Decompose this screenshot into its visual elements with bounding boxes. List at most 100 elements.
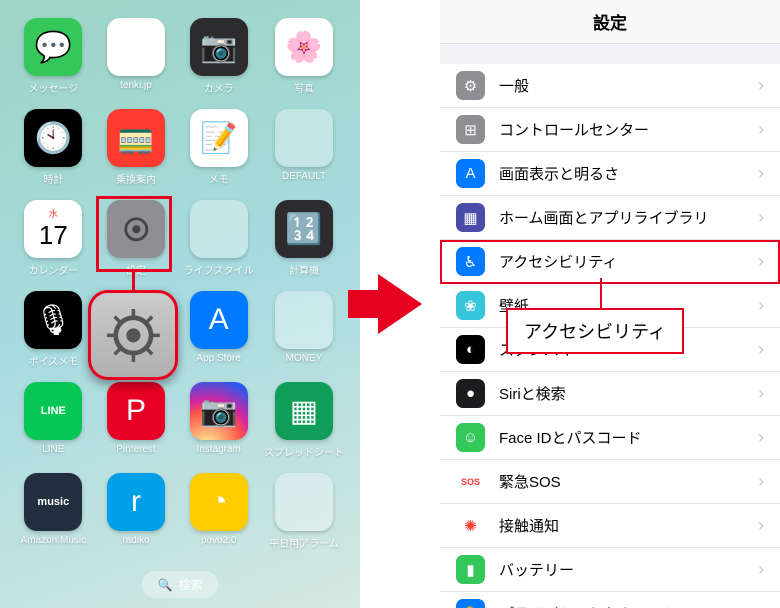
app-clock[interactable]: 🕙時計 — [16, 109, 91, 186]
settings-row-display[interactable]: A画面表示と明るさ› — [440, 152, 780, 196]
folder-life — [190, 200, 248, 258]
transit-icon: 🚃 — [107, 109, 165, 167]
chevron-right-icon: › — [758, 119, 764, 140]
settings-row-accessibility[interactable]: ♿︎アクセシビリティ› — [440, 240, 780, 284]
line-icon: LINE — [24, 382, 82, 440]
settings-screen: 設定 アクセシビリティ ⚙一般›⊞コントロールセンター›A画面表示と明るさ›▦ホ… — [440, 0, 780, 608]
settings-list: アクセシビリティ ⚙一般›⊞コントロールセンター›A画面表示と明るさ›▦ホーム画… — [440, 64, 780, 608]
chevron-right-icon: › — [758, 471, 764, 492]
app-folder-money[interactable]: MONEY — [264, 291, 344, 368]
app-folder-default[interactable]: DEFAULT — [264, 109, 344, 186]
chevron-right-icon: › — [758, 251, 764, 272]
app-amazonmusic[interactable]: music Amazon Music — [16, 473, 91, 550]
app-label: スプレッドシート — [264, 444, 344, 459]
clock-icon: 🕙 — [24, 109, 82, 167]
settings-row-privacy[interactable]: ✋プライバシーとセキュリティ› — [440, 592, 780, 608]
app-label: カメラ — [204, 80, 234, 95]
settings-row-siri[interactable]: ● Siriと検索› — [440, 372, 780, 416]
app-label: LINE — [42, 444, 64, 455]
app-label: カレンダー — [28, 262, 78, 277]
app-folder-life[interactable]: ライフスタイル — [181, 200, 256, 277]
settings-row-exposure[interactable]: ✺ 接触通知› — [440, 504, 780, 548]
app-pinterest[interactable]: PPinterest — [99, 382, 174, 459]
photos-icon: 🌸 — [275, 18, 333, 76]
wallpaper-icon: ❀ — [456, 291, 485, 320]
app-line[interactable]: LINE LINE — [16, 382, 91, 459]
faceid-icon: ☺ — [456, 423, 485, 452]
accessibility-icon: ♿︎ — [456, 247, 485, 276]
privacy-icon: ✋ — [456, 599, 485, 608]
app-label: Instagram — [196, 444, 240, 455]
app-label: DEFAULT — [282, 171, 326, 182]
app-voicememo[interactable]: 🎙 ボイスメモ — [16, 291, 91, 368]
calculator-icon: 🔢 — [275, 200, 333, 258]
app-label: ボイスメモ — [28, 353, 78, 368]
app-label: Amazon Music — [21, 535, 87, 546]
app-label: tenki.jp — [120, 80, 152, 91]
settings-row-homescreen[interactable]: ▦ホーム画面とアプリライブラリ› — [440, 196, 780, 240]
app-label: 設定 — [126, 262, 146, 277]
message-icon: 💬 — [24, 18, 82, 76]
app-photos[interactable]: 🌸 写真 — [264, 18, 344, 95]
settings-row-faceid[interactable]: ☺ Face IDとパスコード› — [440, 416, 780, 460]
app-transit[interactable]: 🚃 乗換案内 — [99, 109, 174, 186]
accessibility-callout: アクセシビリティ — [506, 308, 684, 354]
app-folder-alarm[interactable]: 平日用アラーム — [264, 473, 344, 550]
app-label: 平日用アラーム — [269, 535, 339, 550]
chevron-right-icon: › — [758, 515, 764, 536]
sheets-icon: ▦ — [275, 382, 333, 440]
settings-row-sos[interactable]: SOS 緊急SOS› — [440, 460, 780, 504]
row-label: 一般 — [499, 75, 758, 96]
camera-icon: 📷 — [190, 18, 248, 76]
settings-row-controlcenter[interactable]: ⊞コントロールセンター› — [440, 108, 780, 152]
app-tenki[interactable]: ☀tenki.jp — [99, 18, 174, 95]
standby-icon: ◐ — [456, 335, 485, 364]
app-notes[interactable]: 📝メモ — [181, 109, 256, 186]
home-screen: 💬メッセージ☀tenki.jp 📷 カメラ 🌸 写真 🕙時計 🚃 乗換案内 📝メモ DEFAULT… — [0, 0, 360, 608]
povo-icon: ◔ — [190, 473, 248, 531]
spotlight-label: 検索 — [178, 576, 202, 593]
settings-row-battery[interactable]: ▮バッテリー› — [440, 548, 780, 592]
highlight-connector — [132, 272, 135, 290]
pinterest-icon: P — [107, 382, 165, 440]
calendar-icon: 水17 — [24, 200, 82, 258]
app-sheets[interactable]: ▦ スプレッドシート — [264, 382, 344, 459]
chevron-right-icon: › — [758, 75, 764, 96]
spotlight-search[interactable]: 🔍 検索 — [142, 571, 219, 598]
app-label: 乗換案内 — [116, 171, 156, 186]
app-grid: 💬メッセージ☀tenki.jp 📷 カメラ 🌸 写真 🕙時計 🚃 乗換案内 📝メモ DEFAULT… — [16, 18, 344, 550]
display-icon: A — [456, 159, 485, 188]
app-settings[interactable]: 設定 — [99, 200, 174, 277]
row-label: 接触通知 — [499, 515, 758, 536]
app-label: App Store — [196, 353, 240, 364]
app-calculator[interactable]: 🔢計算機 — [264, 200, 344, 277]
app-label: 写真 — [294, 80, 314, 95]
app-message[interactable]: 💬メッセージ — [16, 18, 91, 95]
app-radiko[interactable]: rradiko — [99, 473, 174, 550]
battery-icon: ▮ — [456, 555, 485, 584]
app-camera[interactable]: 📷 カメラ — [181, 18, 256, 95]
homescreen-icon: ▦ — [456, 203, 485, 232]
settings-row-general[interactable]: ⚙一般› — [440, 64, 780, 108]
row-label: 緊急SOS — [499, 471, 758, 492]
row-label: Face IDとパスコード — [499, 427, 758, 448]
folder-alarm — [275, 473, 333, 531]
search-icon: 🔍 — [158, 578, 173, 592]
chevron-right-icon: › — [758, 295, 764, 316]
sos-icon: SOS — [456, 467, 485, 496]
chevron-right-icon: › — [758, 339, 764, 360]
app-calendar[interactable]: 水17 カレンダー — [16, 200, 91, 277]
arrow-indicator — [360, 0, 440, 608]
app-instagram[interactable]: 📷Instagram — [181, 382, 256, 459]
voicememo-icon: 🎙 — [24, 291, 82, 349]
amazonmusic-icon: music — [24, 473, 82, 531]
app-appstore[interactable]: AApp Store — [181, 291, 256, 368]
exposure-icon: ✺ — [456, 511, 485, 540]
chevron-right-icon: › — [758, 427, 764, 448]
siri-icon: ● — [456, 379, 485, 408]
app-povo[interactable]: ◔povo2.0 — [181, 473, 256, 550]
settings-header: 設定 — [440, 0, 780, 44]
chevron-right-icon: › — [758, 383, 764, 404]
row-label: Siriと検索 — [499, 383, 758, 404]
chevron-right-icon: › — [758, 207, 764, 228]
